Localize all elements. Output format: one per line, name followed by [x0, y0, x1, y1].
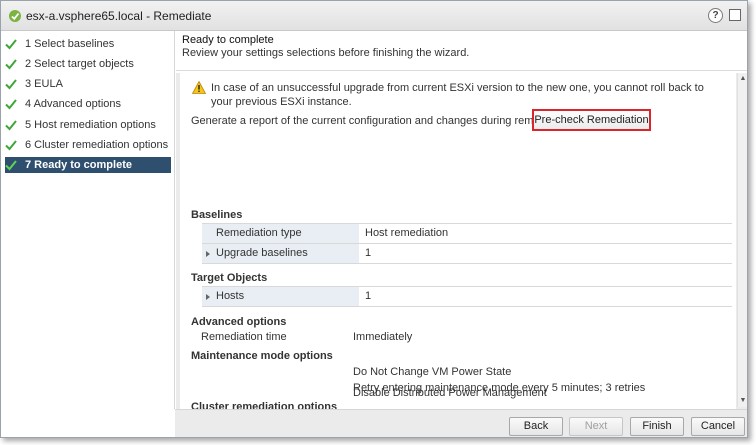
- grid-row-upgrade-baselines[interactable]: Upgrade baselines 1: [202, 244, 732, 264]
- grid-key-label: Hosts: [216, 290, 245, 302]
- cancel-button[interactable]: Cancel: [691, 417, 745, 436]
- back-button[interactable]: Back: [509, 417, 563, 436]
- wizard-page: Ready to complete Review your settings s…: [176, 31, 747, 413]
- page-header: Ready to complete Review your settings s…: [176, 31, 747, 71]
- step-label: 1 Select baselines: [25, 38, 115, 50]
- next-button[interactable]: Next: [569, 417, 623, 436]
- grid-value: 1: [365, 247, 372, 259]
- content-area: In case of an unsuccessful upgrade from …: [176, 73, 747, 413]
- check-icon: [5, 120, 17, 131]
- step-ready-to-complete[interactable]: 7 Ready to complete: [5, 157, 171, 173]
- grid-value: Host remediation: [365, 227, 449, 239]
- finish-button[interactable]: Finish: [630, 417, 684, 436]
- maintenance-mode-heading: Maintenance mode options: [191, 350, 333, 362]
- target-objects-grid: Hosts 1: [202, 286, 732, 307]
- baselines-heading: Baselines: [191, 209, 243, 221]
- grid-key-label: Upgrade baselines: [216, 247, 308, 259]
- step-select-target-objects[interactable]: 2 Select target objects: [5, 56, 171, 72]
- page-title: Ready to complete: [182, 34, 274, 46]
- expand-triangle-icon[interactable]: [206, 293, 210, 300]
- check-icon: [5, 99, 17, 110]
- help-icon[interactable]: ?: [708, 8, 723, 23]
- maximize-icon[interactable]: [729, 9, 741, 21]
- scroll-down-icon[interactable]: ▼: [739, 397, 747, 405]
- warning-icon: [192, 81, 206, 94]
- step-label: 3 EULA: [25, 78, 63, 90]
- check-icon: [5, 140, 17, 151]
- wizard-steps: 1 Select baselines 2 Select target objec…: [1, 31, 175, 409]
- page-subtitle: Review your settings selections before f…: [182, 47, 470, 59]
- remediation-time-label: Remediation time: [201, 331, 287, 343]
- step-label: 4 Advanced options: [25, 98, 122, 110]
- grid-row-hosts[interactable]: Hosts 1: [202, 287, 732, 307]
- step-label: 7 Ready to complete: [25, 159, 132, 171]
- vertical-scrollbar[interactable]: ▲ ▼: [737, 73, 747, 407]
- target-objects-heading: Target Objects: [191, 272, 268, 284]
- grid-key-expandable[interactable]: Hosts: [202, 287, 359, 306]
- report-label: Generate a report of the current configu…: [191, 115, 576, 127]
- title-bar: esx-a.vsphere65.local - Remediate ?: [1, 1, 747, 31]
- expand-triangle-icon[interactable]: [206, 250, 210, 257]
- vm-power-state-value: Do Not Change VM Power State: [353, 366, 512, 378]
- step-label: 5 Host remediation options: [25, 119, 156, 131]
- check-icon: [5, 79, 17, 90]
- grid-key-expandable[interactable]: Upgrade baselines: [202, 244, 359, 263]
- dpm-value: Disable Distributed Power Management: [353, 387, 547, 399]
- step-cluster-remediation-options[interactable]: 6 Cluster remediation options: [5, 137, 171, 153]
- scroll-up-icon[interactable]: ▲: [739, 75, 747, 83]
- grid-value: 1: [365, 290, 372, 302]
- step-host-remediation-options[interactable]: 5 Host remediation options: [5, 117, 171, 133]
- step-advanced-options[interactable]: 4 Advanced options: [5, 96, 171, 112]
- window-title: esx-a.vsphere65.local - Remediate: [26, 9, 212, 23]
- step-select-baselines[interactable]: 1 Select baselines: [5, 36, 171, 52]
- grid-row-remediation-type: Remediation type Host remediation: [202, 224, 732, 244]
- upgrade-warning: In case of an unsuccessful upgrade from …: [211, 82, 704, 108]
- vmware-app-icon: [9, 10, 21, 22]
- remediate-dialog: esx-a.vsphere65.local - Remediate ? 1 Se…: [0, 0, 748, 438]
- precheck-remediation-button[interactable]: Pre-check Remediation: [532, 109, 651, 131]
- check-icon: [5, 39, 17, 50]
- summary-panel: In case of an unsuccessful upgrade from …: [180, 73, 736, 413]
- check-icon: [5, 59, 17, 70]
- remediation-time-value: Immediately: [353, 331, 413, 343]
- step-label: 2 Select target objects: [25, 58, 134, 70]
- grid-key: Remediation type: [202, 224, 359, 243]
- wizard-footer: Back Next Finish Cancel: [175, 409, 747, 437]
- check-icon: [5, 160, 17, 171]
- step-eula[interactable]: 3 EULA: [5, 76, 171, 92]
- baselines-grid: Remediation type Host remediation Upgrad…: [202, 223, 732, 264]
- step-label: 6 Cluster remediation options: [25, 139, 169, 151]
- advanced-options-heading: Advanced options: [191, 316, 287, 328]
